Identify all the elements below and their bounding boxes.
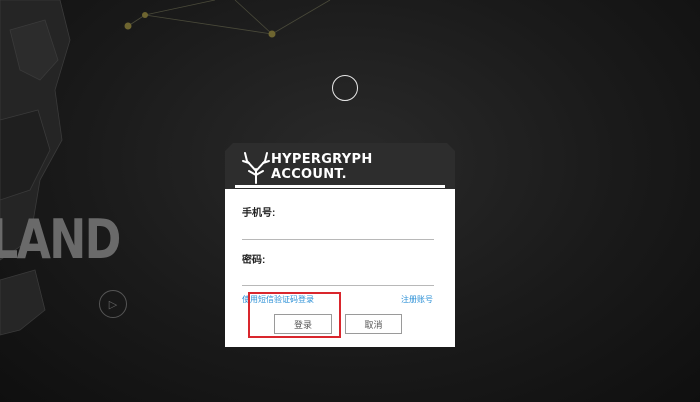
dialog-header: HYPERGRYPH ACCOUNT.: [225, 143, 455, 189]
sms-login-link[interactable]: 使用短信验证码登录: [242, 294, 314, 305]
password-input[interactable]: [242, 269, 434, 286]
brand-title: HYPERGRYPH ACCOUNT.: [271, 152, 373, 182]
antler-logo-icon: [242, 152, 270, 184]
login-dialog: HYPERGRYPH ACCOUNT. 手机号: 密码: 使用短信验证码登录 注…: [225, 143, 455, 347]
phone-input[interactable]: [242, 223, 434, 240]
phone-label: 手机号:: [242, 208, 276, 219]
play-button[interactable]: ▷: [99, 290, 127, 318]
decorative-circle: [332, 75, 358, 101]
background-brand-text: LAND: [0, 208, 121, 271]
play-icon: ▷: [108, 298, 118, 311]
dialog-body: 手机号: 密码: 使用短信验证码登录 注册账号 登录 取消: [225, 189, 455, 347]
cancel-button[interactable]: 取消: [345, 314, 402, 334]
register-link[interactable]: 注册账号: [401, 294, 433, 305]
login-button[interactable]: 登录: [274, 314, 332, 334]
password-label: 密码:: [242, 255, 266, 266]
header-stripe: [235, 185, 445, 188]
